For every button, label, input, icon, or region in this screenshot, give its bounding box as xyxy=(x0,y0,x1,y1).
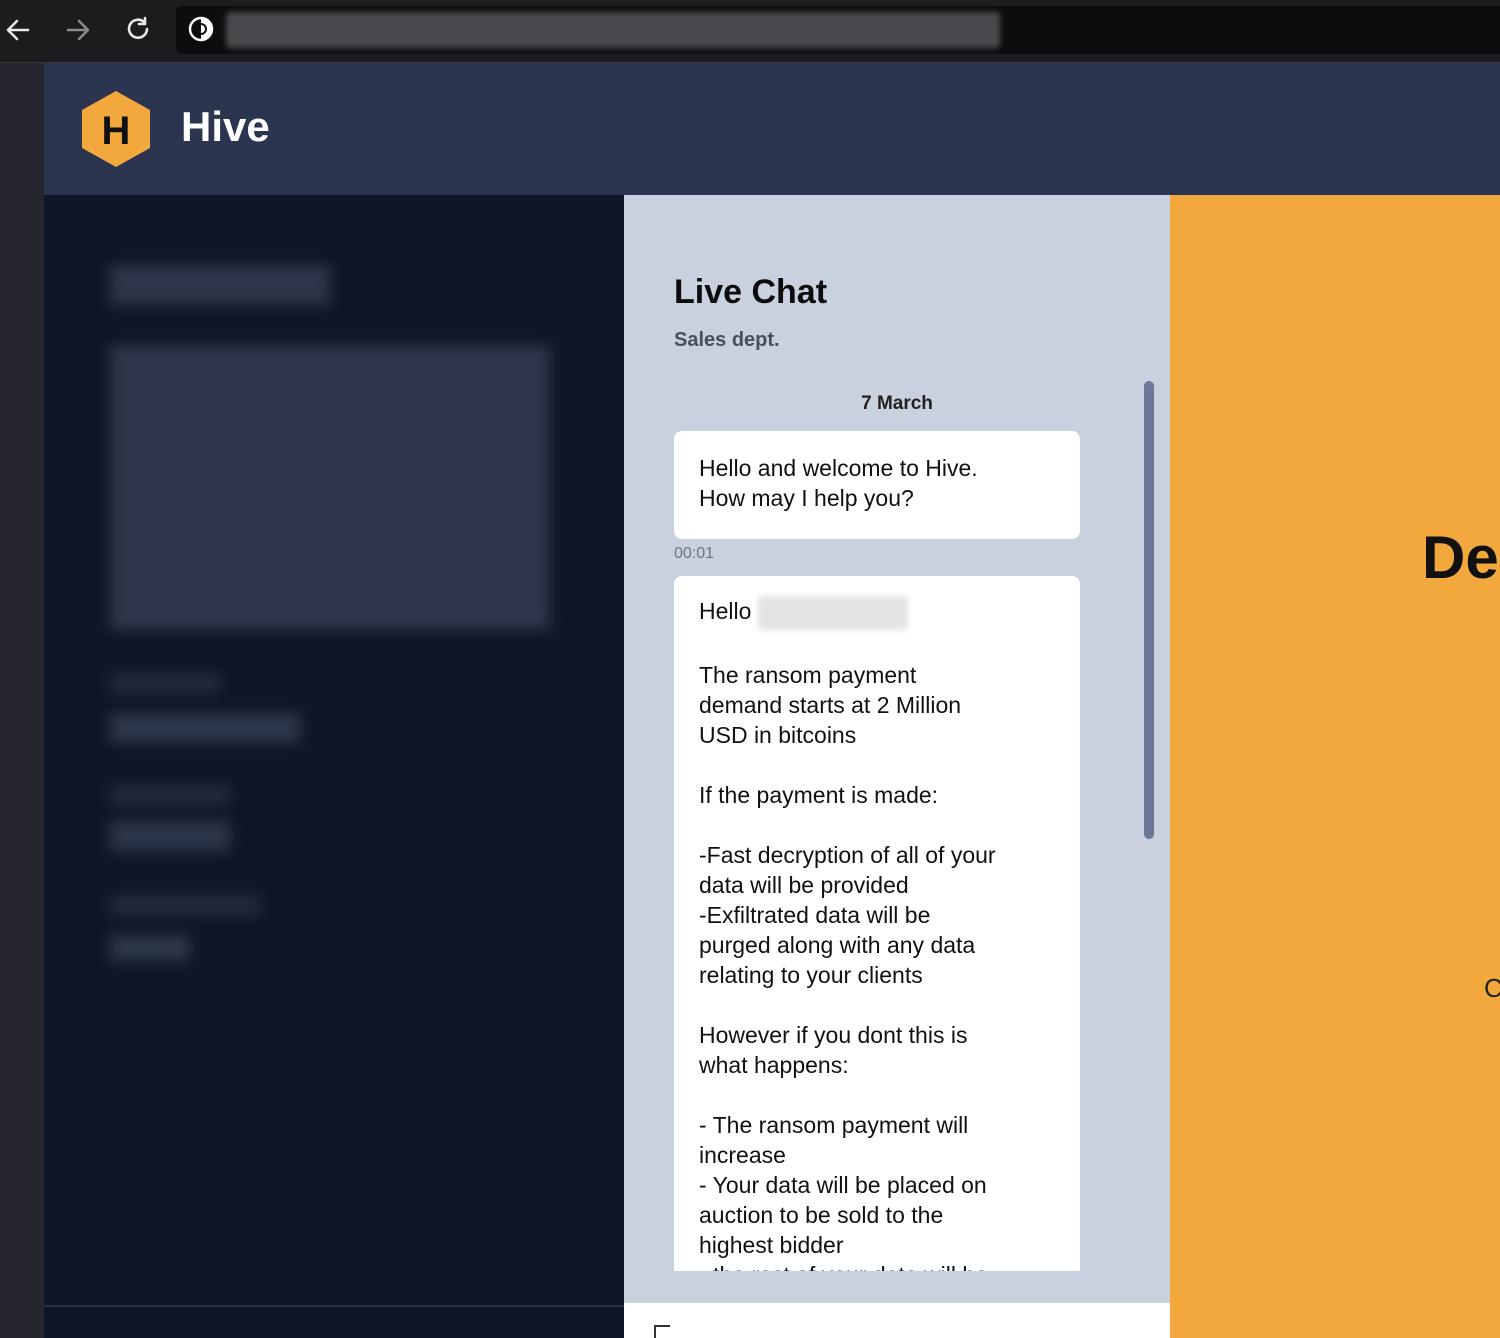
hive-logo: H xyxy=(82,91,150,167)
reload-button[interactable] xyxy=(120,12,156,48)
message-list[interactable]: 7 March Hello and welcome to Hive. How m… xyxy=(674,385,1080,1271)
message-input[interactable] xyxy=(624,1303,1170,1338)
redacted-label xyxy=(110,785,230,805)
redacted-value xyxy=(110,821,230,851)
chat-message: Hello and welcome to Hive. How may I hel… xyxy=(674,431,1080,539)
right-content-panel: De C xyxy=(1170,195,1500,1338)
chat-subtitle: Sales dept. xyxy=(674,329,780,351)
redacted-value xyxy=(110,713,300,743)
message-greeting: Hello xyxy=(699,598,752,625)
chat-scrollbar[interactable] xyxy=(1144,381,1154,841)
forward-button[interactable] xyxy=(60,12,96,48)
address-bar[interactable] xyxy=(176,6,1500,54)
scrollbar-thumb[interactable] xyxy=(1144,381,1154,839)
live-chat-panel: Live Chat Sales dept. 7 March Hello and … xyxy=(624,195,1170,1338)
url-text[interactable] xyxy=(226,12,1000,48)
right-text: C xyxy=(1484,973,1500,1003)
brand-name: Hive xyxy=(181,103,270,150)
redacted-description xyxy=(110,345,550,630)
redacted-title xyxy=(110,265,330,305)
arrow-right-icon xyxy=(66,19,90,41)
redacted-label xyxy=(110,895,260,915)
svg-text:H: H xyxy=(102,109,131,153)
redacted-label xyxy=(110,673,220,693)
chat-message: Hello The ransom payment demand starts a… xyxy=(674,576,1080,1271)
date-separator: 7 March xyxy=(861,393,933,414)
right-heading: De xyxy=(1422,524,1499,591)
message-body: The ransom payment demand starts at 2 Mi… xyxy=(699,662,996,1271)
redacted-name xyxy=(757,596,908,630)
browser-toolbar xyxy=(0,0,1500,63)
arrow-left-icon xyxy=(6,19,30,41)
chat-title: Live Chat xyxy=(674,273,828,311)
reload-icon xyxy=(127,16,149,39)
divider xyxy=(44,1305,624,1307)
message-timestamp: 00:01 xyxy=(674,545,715,562)
company-info-panel xyxy=(44,195,624,1338)
redacted-value xyxy=(110,935,190,961)
input-caret xyxy=(654,1325,670,1338)
tor-onion-icon xyxy=(188,16,214,42)
app-header: H Hive xyxy=(44,63,1500,195)
left-sidebar-strip xyxy=(0,63,44,1338)
back-button[interactable] xyxy=(0,12,36,48)
